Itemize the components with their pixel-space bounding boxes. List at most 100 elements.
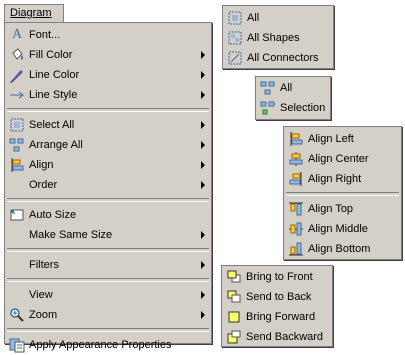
paint-bucket-icon <box>9 47 25 63</box>
submenu-arrow-icon <box>201 261 205 269</box>
submenu-arrow-icon <box>201 161 205 169</box>
menu-item-line-color[interactable]: Line Color <box>5 65 211 85</box>
submenu-item-arrange-all[interactable]: All <box>256 78 330 98</box>
submenu-label-all: All <box>247 12 260 24</box>
menu-separator <box>7 108 209 112</box>
font-icon: A <box>11 27 23 42</box>
menu-label-zoom: Zoom <box>29 309 58 321</box>
select-all-icon <box>9 117 25 133</box>
order-submenu: Bring to Front Send to Back Bring Forwar… <box>221 265 333 347</box>
submenu-label-send-to-back: Send to Back <box>246 291 312 303</box>
menu-label-line-color: Line Color <box>29 69 80 81</box>
submenu-item-all-shapes[interactable]: All Shapes <box>223 28 333 48</box>
submenu-label-align-left: Align Left <box>308 133 354 145</box>
all-connectors-icon <box>227 50 243 66</box>
arrange-icon <box>260 80 276 96</box>
arrow-line-icon <box>9 87 25 103</box>
submenu-item-arrange-selection[interactable]: Selection <box>256 98 330 118</box>
select-all-submenu: All All Shapes All Connectors <box>222 5 334 69</box>
align-submenu: Align Left Align Center Align Right Alig… <box>283 126 402 260</box>
submenu-item-all-connectors[interactable]: All Connectors <box>223 48 333 68</box>
menu-separator <box>7 278 209 282</box>
align-right-icon <box>288 171 304 187</box>
submenu-item-align-center[interactable]: Align Center <box>284 149 401 169</box>
submenu-arrow-icon <box>201 71 205 79</box>
submenu-item-align-top[interactable]: Align Top <box>284 199 401 219</box>
menu-label-make-same-size: Make Same Size <box>29 229 113 241</box>
align-bottom-icon <box>288 241 304 257</box>
submenu-label-bring-to-front: Bring to Front <box>246 271 313 283</box>
submenu-arrow-icon <box>201 291 205 299</box>
arrange-all-submenu: All Selection <box>255 76 331 120</box>
diagram-menu: A Font... Fill Color Line Color Line Sty… <box>4 22 212 353</box>
submenu-label-arrange-all: All <box>280 82 293 94</box>
menu-label-align: Align <box>29 159 54 171</box>
menu-item-select-all[interactable]: Select All <box>5 115 211 135</box>
zoom-icon <box>9 307 25 323</box>
bring-forward-icon <box>226 309 242 325</box>
blank-icon <box>9 257 25 273</box>
blank-icon <box>9 177 25 193</box>
menu-label-auto-size: Auto Size <box>29 209 77 221</box>
submenu-item-align-middle[interactable]: Align Middle <box>284 219 401 239</box>
submenu-item-send-backward[interactable]: Send Backward <box>222 327 332 347</box>
submenu-label-all-shapes: All Shapes <box>247 32 300 44</box>
menu-item-font[interactable]: A Font... <box>5 25 211 45</box>
menu-item-apply-appearance[interactable]: Apply Appearance Properties <box>5 335 211 355</box>
submenu-item-align-left[interactable]: Align Left <box>284 129 401 149</box>
submenu-arrow-icon <box>201 181 205 189</box>
auto-size-icon <box>9 207 25 223</box>
menu-label-font: Font... <box>29 29 61 41</box>
submenu-label-bring-forward: Bring Forward <box>246 311 316 323</box>
submenu-label-align-top: Align Top <box>308 203 354 215</box>
submenu-arrow-icon <box>201 231 205 239</box>
menu-item-zoom[interactable]: Zoom <box>5 305 211 325</box>
submenu-label-send-backward: Send Backward <box>246 331 324 343</box>
menu-item-fill-color[interactable]: Fill Color <box>5 45 211 65</box>
submenu-item-bring-to-front[interactable]: Bring to Front <box>222 267 332 287</box>
menu-separator <box>7 328 209 332</box>
submenu-label-all-connectors: All Connectors <box>247 52 319 64</box>
align-middle-icon <box>288 221 304 237</box>
submenu-item-align-right[interactable]: Align Right <box>284 169 401 189</box>
menu-separator <box>286 192 399 196</box>
diagram-menu-label: Diagram <box>10 7 52 19</box>
all-shapes-icon <box>227 30 243 46</box>
pen-icon <box>9 67 25 83</box>
menu-separator <box>7 198 209 202</box>
menu-label-apply-appearance: Apply Appearance Properties <box>29 339 172 351</box>
menu-separator <box>7 248 209 252</box>
align-left-icon <box>288 131 304 147</box>
submenu-label-align-middle: Align Middle <box>308 223 368 235</box>
bring-to-front-icon <box>226 269 242 285</box>
menu-item-order[interactable]: Order <box>5 175 211 195</box>
submenu-label-align-center: Align Center <box>308 153 369 165</box>
submenu-arrow-icon <box>201 311 205 319</box>
menu-label-fill-color: Fill Color <box>29 49 73 61</box>
submenu-arrow-icon <box>201 91 205 99</box>
align-icon <box>9 157 25 173</box>
submenu-item-all[interactable]: All <box>223 8 333 28</box>
menu-item-make-same-size[interactable]: Make Same Size <box>5 225 211 245</box>
menu-item-arrange-all[interactable]: Arrange All <box>5 135 211 155</box>
menu-label-view: View <box>29 289 53 301</box>
align-center-icon <box>288 151 304 167</box>
submenu-label-align-bottom: Align Bottom <box>308 243 371 255</box>
menu-label-select-all: Select All <box>29 119 75 131</box>
menu-item-view[interactable]: View <box>5 285 211 305</box>
menu-label-filters: Filters <box>29 259 59 271</box>
arrange-selection-icon <box>260 100 276 116</box>
submenu-item-send-to-back[interactable]: Send to Back <box>222 287 332 307</box>
diagram-menu-button[interactable]: Diagram <box>4 4 64 23</box>
menu-item-auto-size[interactable]: Auto Size <box>5 205 211 225</box>
submenu-item-align-bottom[interactable]: Align Bottom <box>284 239 401 259</box>
menu-item-align[interactable]: Align <box>5 155 211 175</box>
select-all-icon <box>227 10 243 26</box>
submenu-label-align-right: Align Right <box>308 173 362 185</box>
submenu-arrow-icon <box>201 121 205 129</box>
menu-item-line-style[interactable]: Line Style <box>5 85 211 105</box>
submenu-item-bring-forward[interactable]: Bring Forward <box>222 307 332 327</box>
submenu-label-arrange-selection: Selection <box>280 102 326 114</box>
menu-item-filters[interactable]: Filters <box>5 255 211 275</box>
blank-icon <box>9 287 25 303</box>
